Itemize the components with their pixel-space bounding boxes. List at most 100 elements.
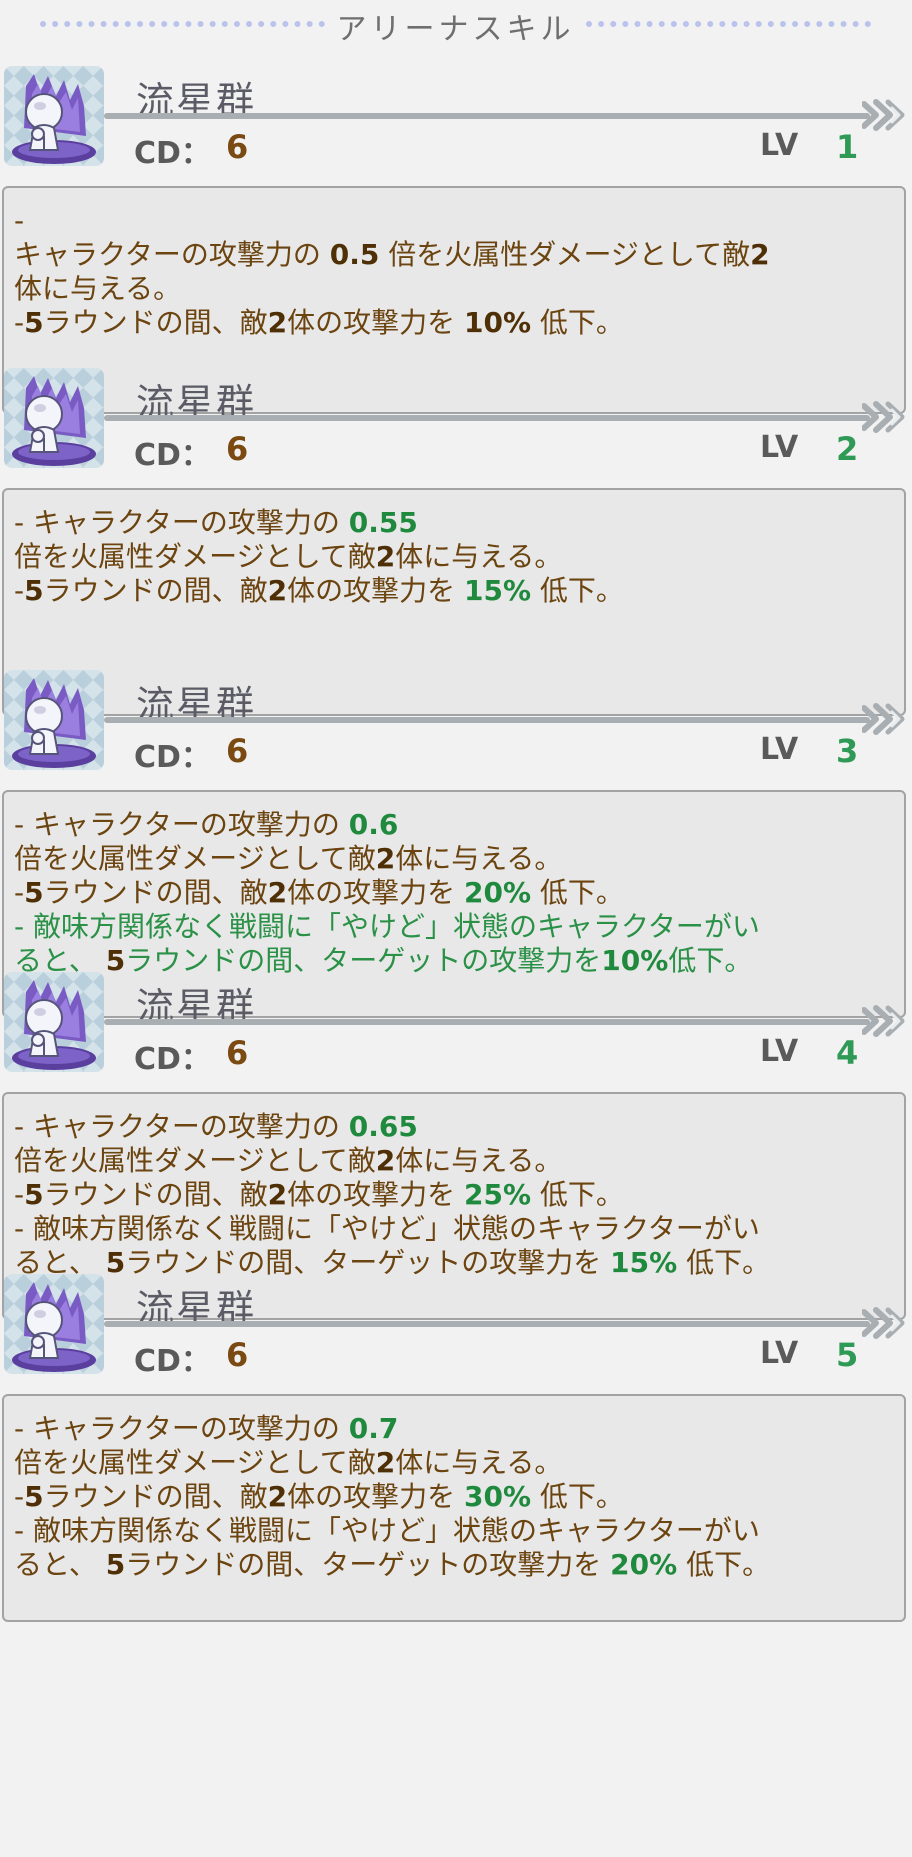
desc-text: 倍を火属性ダメージとして敵: [14, 540, 376, 573]
desc-line: - 敵味方関係なく戦闘に「やけど」状態のキャラクターがい: [14, 1514, 894, 1548]
desc-line: ると、 5ラウンドの間、ターゲットの攻撃力を 20% 低下。: [14, 1548, 894, 1582]
desc-text: 体に与える。: [395, 540, 563, 573]
meteor-shower-icon: [4, 66, 104, 166]
meteor-shower-icon: [4, 1274, 104, 1374]
desc-text: 低下。: [677, 1548, 771, 1581]
desc-text: 倍を火属性ダメージとして敵: [14, 1446, 376, 1479]
desc-value: 20%: [610, 1548, 678, 1581]
meteor-shower-icon: [4, 972, 104, 1072]
lv-label: LV: [760, 430, 799, 465]
desc-value: 5: [105, 1548, 126, 1581]
desc-value: 10%: [464, 306, 532, 339]
desc-text: -: [14, 1178, 25, 1211]
desc-value: 0.6: [348, 808, 399, 841]
lv-value: 5: [836, 1336, 859, 1374]
desc-text: ラウンドの間、敵: [43, 574, 268, 607]
desc-value: 2: [375, 842, 396, 875]
desc-text: 倍を火属性ダメージとして敵: [14, 842, 376, 875]
desc-text: 体の攻撃力を: [287, 306, 464, 339]
header-dots-left: [40, 21, 325, 27]
desc-text: 体の攻撃力を: [287, 1178, 464, 1211]
lv-label: LV: [760, 128, 799, 163]
desc-text: - キャラクターの攻撃力の: [14, 1412, 349, 1445]
divider-line: [104, 717, 870, 723]
desc-line: - キャラクターの攻撃力の 0.55: [14, 506, 894, 540]
desc-line: -5ラウンドの間、敵2体の攻撃力を 10% 低下。: [14, 306, 894, 340]
desc-text: ラウンドの間、敵: [43, 876, 268, 909]
cd-value: 6: [226, 1336, 249, 1374]
lv-label: LV: [760, 1034, 799, 1069]
desc-text: - 敵味方関係なく戦闘に「やけど」状態のキャラクターがい: [14, 1212, 760, 1245]
desc-line: キャラクターの攻撃力の 0.5 倍を火属性ダメージとして敵2: [14, 238, 894, 272]
section-title: アリーナスキル: [336, 12, 575, 47]
divider-line: [104, 415, 870, 421]
desc-value: 5: [24, 306, 44, 339]
desc-text: 体に与える。: [395, 1446, 563, 1479]
desc-text: 低下。: [531, 306, 624, 339]
desc-text: 低下。: [531, 876, 624, 909]
desc-text: ラウンドの間、ターゲットの攻撃力を: [125, 1548, 611, 1581]
desc-line: -5ラウンドの間、敵2体の攻撃力を 30% 低下。: [14, 1480, 894, 1514]
lv-label: LV: [760, 1336, 799, 1371]
desc-value: 2: [267, 306, 288, 339]
desc-text: - キャラクターの攻撃力の: [14, 808, 349, 841]
cd-value: 6: [226, 1034, 249, 1072]
desc-value: 2: [267, 876, 288, 909]
desc-value: 20%: [464, 876, 532, 909]
desc-line: 倍を火属性ダメージとして敵2体に与える。: [14, 540, 894, 574]
desc-value: 2: [267, 574, 288, 607]
desc-text: 低下。: [531, 574, 624, 607]
desc-text: - 敵味方関係なく戦闘に「やけど」状態のキャラクターがい: [14, 910, 760, 943]
meteor-shower-icon: [4, 368, 104, 468]
desc-text: 体の攻撃力を: [287, 1480, 464, 1513]
double-chevron-icon: [861, 400, 910, 434]
desc-text: - 敵味方関係なく戦闘に「やけど」状態のキャラクターがい: [14, 1514, 760, 1547]
desc-text: -: [14, 876, 25, 909]
desc-text: 体に与える。: [395, 1144, 563, 1177]
desc-text: 体に与える。: [14, 272, 182, 305]
desc-value: 15%: [464, 574, 532, 607]
desc-text: 体の攻撃力を: [287, 876, 464, 909]
cd-value: 6: [226, 430, 249, 468]
desc-value: 0.5: [329, 238, 380, 271]
desc-line: - キャラクターの攻撃力の 0.65: [14, 1110, 894, 1144]
desc-text: 低下。: [531, 1178, 624, 1211]
desc-value: 30%: [464, 1480, 532, 1513]
desc-line: -: [14, 204, 894, 238]
desc-value: 2: [375, 1144, 396, 1177]
desc-text: 体の攻撃力を: [287, 574, 464, 607]
desc-value: 2: [750, 238, 770, 271]
desc-line: -5ラウンドの間、敵2体の攻撃力を 25% 低下。: [14, 1178, 894, 1212]
desc-value: 2: [267, 1480, 288, 1513]
desc-value: 5: [24, 876, 44, 909]
cd-label: CD：: [134, 740, 211, 775]
lv-value: 1: [836, 128, 859, 166]
desc-text: ラウンドの間、敵: [43, 306, 268, 339]
desc-text: - キャラクターの攻撃力の: [14, 506, 349, 539]
cd-label: CD：: [134, 1042, 211, 1077]
desc-value: 2: [267, 1178, 288, 1211]
desc-text: ると、: [14, 1548, 106, 1581]
desc-text: -: [14, 1480, 25, 1513]
desc-line: - 敵味方関係なく戦闘に「やけど」状態のキャラクターがい: [14, 1212, 894, 1246]
desc-text: キャラクターの攻撃力の: [14, 238, 330, 271]
desc-text: 倍を火属性ダメージとして敵: [379, 238, 751, 271]
lv-value: 4: [836, 1034, 859, 1072]
desc-text: ラウンドの間、敵: [43, 1480, 268, 1513]
skill-card: 流星群 CD： 6 LV 5 - キャラクターの攻撃力の 0.7 倍を火属性ダメー…: [0, 1264, 912, 1622]
desc-line: 倍を火属性ダメージとして敵2体に与える。: [14, 1144, 894, 1178]
desc-text: - キャラクターの攻撃力の: [14, 1110, 349, 1143]
desc-text: 低下。: [531, 1480, 624, 1513]
cd-label: CD：: [134, 1344, 211, 1379]
desc-value: 2: [375, 540, 396, 573]
desc-text: -: [14, 204, 25, 237]
double-chevron-icon: [861, 98, 910, 132]
desc-line: - 敵味方関係なく戦闘に「やけど」状態のキャラクターがい: [14, 910, 894, 944]
lv-value: 3: [836, 732, 859, 770]
desc-line: -5ラウンドの間、敵2体の攻撃力を 20% 低下。: [14, 876, 894, 910]
double-chevron-icon: [861, 702, 910, 736]
divider-line: [104, 113, 870, 119]
cd-value: 6: [226, 128, 249, 166]
desc-text: -: [14, 306, 25, 339]
lv-value: 2: [836, 430, 859, 468]
